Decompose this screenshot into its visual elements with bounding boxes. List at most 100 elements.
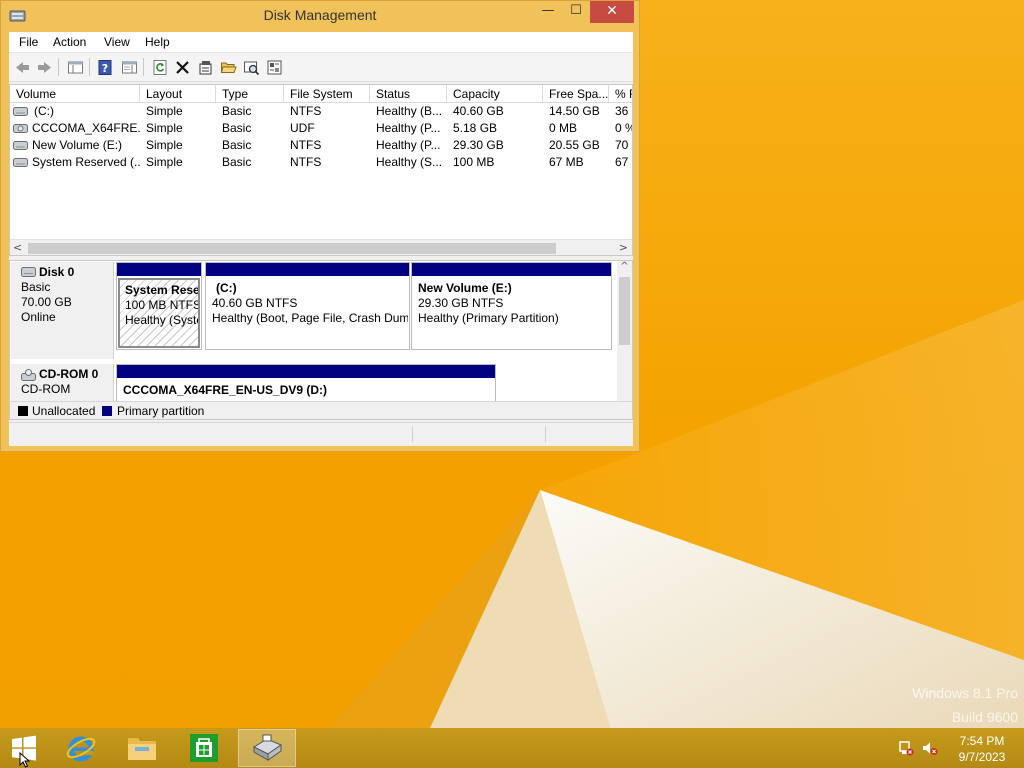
properties-icon[interactable] <box>195 57 215 77</box>
internet-explorer-icon <box>66 736 96 762</box>
volume-file-system: NTFS <box>290 155 322 169</box>
mouse-cursor-icon <box>19 752 31 768</box>
window-client: File Action View Help ? Volume Layout Ty… <box>9 32 633 446</box>
details-pane-icon[interactable] <box>119 57 139 77</box>
partition-size: 29.30 GB NTFS <box>418 296 504 310</box>
close-button[interactable]: ✕ <box>590 1 634 23</box>
toolbar-separator <box>89 58 90 76</box>
legend-swatch-unallocated <box>18 406 28 416</box>
volume-row[interactable]: System Reserved (... Simple Basic NTFS H… <box>10 154 632 171</box>
view-settings-icon[interactable] <box>264 57 284 77</box>
back-arrow-icon[interactable] <box>12 57 32 77</box>
partition-name: System Reser <box>125 283 200 297</box>
toolbar-separator <box>143 58 144 76</box>
partition-body: New Volume (E:) 29.30 GB NTFS Healthy (P… <box>413 278 610 348</box>
volume-type: Basic <box>222 138 252 152</box>
disk-row-disk-0[interactable]: Disk 0 Basic 70.00 GB Online System Rese… <box>10 261 618 360</box>
taskbar-file-explorer[interactable] <box>113 729 171 767</box>
partition-size: 40.60 GB NTFS <box>212 296 298 310</box>
taskbar-internet-explorer[interactable] <box>52 729 110 767</box>
menu-help[interactable]: Help <box>145 35 170 49</box>
rescan-disks-icon[interactable] <box>241 57 261 77</box>
clock-date: 9/7/2023 <box>958 750 1006 764</box>
volume-list-horizontal-scrollbar[interactable]: < > <box>10 239 632 255</box>
taskbar-store[interactable] <box>175 729 233 767</box>
column-header-volume[interactable]: Volume <box>10 85 140 103</box>
delete-icon[interactable] <box>172 57 192 77</box>
disk-label[interactable]: CD-ROM 0 CD-ROM <box>11 364 114 402</box>
disk-row-cd-rom-0[interactable]: CD-ROM 0 CD-ROM CCCOMA_X64FRE_EN-US_DV9 … <box>10 363 618 403</box>
volume-capacity: 100 MB <box>453 155 495 169</box>
disk-management-window[interactable]: Disk Management — ☐ ✕ File Action View H… <box>0 0 640 452</box>
file-explorer-icon <box>128 738 156 760</box>
clock-time: 7:54 PM <box>959 734 1005 748</box>
forward-arrow-icon[interactable] <box>34 57 54 77</box>
disk-graphical-view[interactable]: Disk 0 Basic 70.00 GB Online System Rese… <box>9 260 633 420</box>
disk-state: Online <box>21 310 56 324</box>
column-header-layout[interactable]: Layout <box>140 85 216 103</box>
volume-muted-icon[interactable] <box>922 740 938 756</box>
volume-list[interactable]: Volume Layout Type File System Status Ca… <box>9 84 633 256</box>
partition-body: (C:) 40.60 GB NTFS Healthy (Boot, Page F… <box>207 278 408 348</box>
maximize-button[interactable]: ☐ <box>562 1 590 23</box>
minimize-button[interactable]: — <box>534 1 562 23</box>
scroll-left-arrow[interactable]: < <box>13 240 22 255</box>
volume-row[interactable]: (C:) Simple Basic NTFS Healthy (B... 40.… <box>10 103 632 120</box>
volume-capacity: 5.18 GB <box>453 121 498 135</box>
volume-status: Healthy (S... <box>376 155 443 169</box>
system-clock[interactable]: 7:54 PM 9/7/2023 <box>950 733 1014 765</box>
column-header-type[interactable]: Type <box>216 85 284 103</box>
volume-free-space: 14.50 GB <box>549 104 600 118</box>
volume-status: Healthy (P... <box>376 121 441 135</box>
scroll-thumb[interactable] <box>619 277 630 345</box>
volume-layout: Simple <box>146 104 183 118</box>
partition-size: 100 MB NTFS <box>125 298 200 312</box>
volume-type: Basic <box>222 155 252 169</box>
partition-d[interactable]: CCCOMA_X64FRE_EN-US_DV9 (D:) <box>116 364 496 402</box>
column-header-status[interactable]: Status <box>370 85 447 103</box>
volume-row[interactable]: New Volume (E:) Simple Basic NTFS Health… <box>10 137 632 154</box>
volume-status: Healthy (P... <box>376 138 441 152</box>
disk-management-icon <box>252 734 283 761</box>
volume-row[interactable]: CCCOMA_X64FRE... Simple Basic UDF Health… <box>10 120 632 137</box>
console-tree-icon[interactable] <box>65 57 85 77</box>
menu-action[interactable]: Action <box>53 35 86 49</box>
column-header-capacity[interactable]: Capacity <box>447 85 543 103</box>
volume-layout: Simple <box>146 121 183 135</box>
refresh-icon[interactable] <box>150 57 170 77</box>
cd-rom-icon <box>21 369 36 381</box>
volume-name: System Reserved (... <box>32 155 140 169</box>
open-folder-icon[interactable] <box>218 57 238 77</box>
network-warning-icon[interactable] <box>898 740 914 756</box>
partition-bar <box>206 263 409 276</box>
menu-file[interactable]: File <box>19 35 38 49</box>
volume-file-system: NTFS <box>290 138 322 152</box>
partition-status: Healthy (Boot, Page File, Crash Dum <box>212 311 408 325</box>
partition-bar <box>117 263 201 276</box>
scroll-right-arrow[interactable]: > <box>619 240 628 255</box>
taskbar: 7:54 PM 9/7/2023 <box>0 728 1024 768</box>
scroll-up-arrow[interactable]: ^ <box>617 261 632 272</box>
drive-icon <box>13 158 28 167</box>
column-header-free-space[interactable]: Free Spa... <box>543 85 609 103</box>
partition-c[interactable]: (C:) 40.60 GB NTFS Healthy (Boot, Page F… <box>205 262 410 350</box>
legend: Unallocated Primary partition <box>10 401 632 419</box>
partition-system-reserved[interactable]: System Reser 100 MB NTFS Healthy (Syste <box>116 262 202 350</box>
volume-layout: Simple <box>146 138 183 152</box>
taskbar-disk-management[interactable] <box>238 729 296 767</box>
scroll-thumb[interactable] <box>28 243 556 254</box>
disk-pane-vertical-scrollbar[interactable]: ^ v <box>617 261 632 419</box>
help-icon[interactable]: ? <box>95 57 115 77</box>
column-header-percent-free[interactable]: % F <box>609 85 632 103</box>
column-header-file-system[interactable]: File System <box>284 85 370 103</box>
disk-label[interactable]: Disk 0 Basic 70.00 GB Online <box>11 262 114 359</box>
title-bar[interactable]: Disk Management — ☐ ✕ <box>1 1 639 31</box>
volume-status: Healthy (B... <box>376 104 443 118</box>
partition-e[interactable]: New Volume (E:) 29.30 GB NTFS Healthy (P… <box>411 262 612 350</box>
volume-layout: Simple <box>146 155 183 169</box>
disk-icon <box>21 267 36 277</box>
menu-view[interactable]: View <box>104 35 130 49</box>
partition-name: New Volume (E:) <box>418 281 512 295</box>
partition-bar <box>412 263 611 276</box>
status-bar <box>9 422 633 444</box>
